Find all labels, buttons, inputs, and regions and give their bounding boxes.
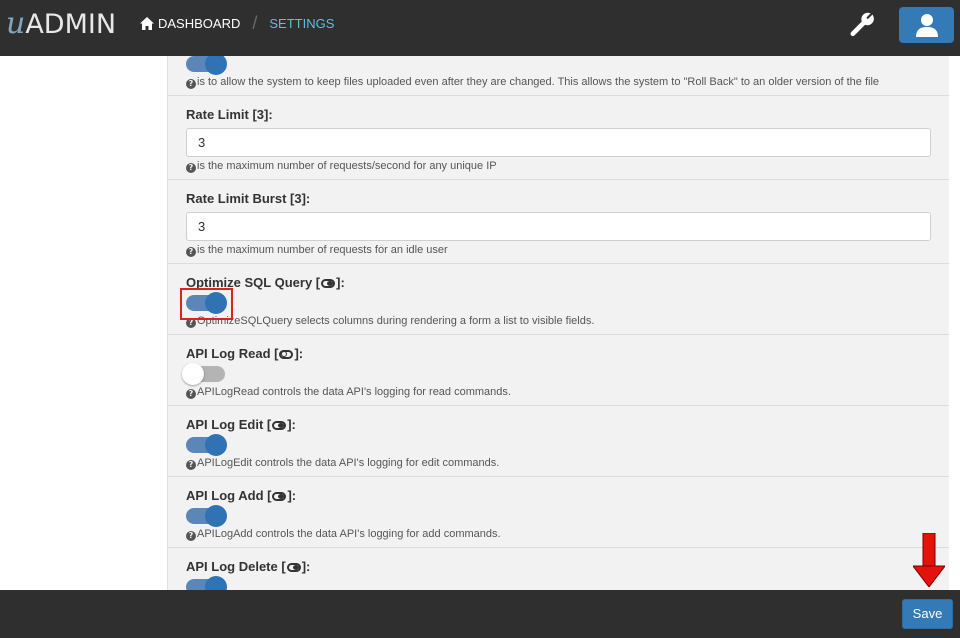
setting-row-api-log-edit: API Log Edit []: ? APILogEdit controls th…	[168, 406, 949, 477]
home-icon	[140, 16, 154, 30]
api-log-delete-toggle[interactable]	[186, 576, 227, 590]
setting-label: API Log Delete []:	[186, 559, 310, 574]
breadcrumb-dashboard[interactable]: DASHBOARD	[140, 16, 240, 31]
setting-help: ? APILogAdd controls the data API's loggi…	[186, 528, 501, 541]
logo-u: u	[6, 6, 26, 41]
toggle-knob	[205, 56, 227, 75]
red-arrow-annotation	[913, 533, 945, 587]
setting-row-optimize-sql: Optimize SQL Query []: ? OptimizeSQLQuery…	[168, 264, 949, 335]
setting-help: ? OptimizeSQLQuery selects columns during…	[186, 315, 594, 328]
setting-label-text: API Log Edit [	[186, 417, 272, 432]
setting-label-suffix: ]:	[287, 488, 297, 503]
setting-label: Rate Limit Burst [3]:	[186, 191, 311, 206]
breadcrumb-settings[interactable]: SETTINGS	[269, 16, 334, 31]
toggle-knob	[205, 576, 227, 590]
toggle-knob	[205, 505, 227, 527]
top-navbar: u ADMIN DASHBOARD / SETTINGS	[0, 0, 960, 56]
setting-help-text: APILogAdd controls the data API's loggin…	[197, 528, 501, 540]
api-log-add-toggle[interactable]	[186, 505, 227, 527]
toggle-on-icon	[272, 421, 287, 430]
toggle-on-icon	[272, 492, 287, 501]
question-icon: ?	[186, 389, 196, 399]
toggle-on-icon	[286, 563, 301, 572]
highlight-box	[180, 288, 233, 320]
setting-help: ? is to allow the system to keep files up…	[186, 76, 879, 89]
setting-label-text: API Log Add [	[186, 488, 272, 503]
setting-label-text: API Log Delete [	[186, 559, 286, 574]
question-icon: ?	[186, 247, 196, 257]
setting-label: API Log Edit []:	[186, 417, 296, 432]
breadcrumb: DASHBOARD / SETTINGS	[140, 0, 334, 46]
user-icon	[915, 14, 938, 37]
question-icon: ?	[186, 460, 196, 470]
rate-limit-burst-input[interactable]: 3	[186, 212, 931, 241]
settings-panel: ? is to allow the system to keep files up…	[167, 56, 949, 590]
setting-label-suffix: ]:	[336, 275, 345, 290]
wrench-icon[interactable]	[848, 10, 876, 38]
setting-label-suffix: ]:	[287, 417, 296, 432]
setting-row-rate-limit-burst: Rate Limit Burst [3]: 3 ? is the maximum …	[168, 180, 949, 264]
setting-label-text: API Log Read [	[186, 346, 279, 361]
footer-bar	[0, 590, 960, 638]
breadcrumb-separator: /	[252, 12, 258, 33]
api-log-edit-toggle[interactable]	[186, 434, 227, 456]
keep-files-toggle[interactable]	[186, 56, 227, 75]
user-menu-button[interactable]	[899, 7, 954, 43]
setting-help-text: APILogEdit controls the data API's loggi…	[197, 457, 500, 469]
setting-help: ? APILogRead controls the data API's logg…	[186, 386, 511, 399]
logo-admin: ADMIN	[25, 9, 117, 40]
setting-help: ? is the maximum number of requests for a…	[186, 244, 448, 257]
toggle-knob	[205, 434, 227, 456]
setting-row-api-log-add: API Log Add []: ? APILogAdd controls the …	[168, 477, 949, 548]
setting-help-text: APILogRead controls the data API's loggi…	[197, 386, 511, 398]
save-button[interactable]: Save	[902, 599, 953, 629]
toggle-off-icon	[279, 350, 294, 359]
api-log-read-toggle[interactable]	[182, 363, 225, 385]
toggle-on-icon	[321, 279, 336, 288]
setting-help-text: is the maximum number of requests/second…	[197, 160, 497, 172]
setting-help: ? is the maximum number of requests/secon…	[186, 160, 497, 173]
setting-label: API Log Read []:	[186, 346, 303, 361]
uadmin-logo[interactable]: u ADMIN	[6, 6, 116, 41]
setting-label: API Log Add []:	[186, 488, 296, 503]
setting-row-keep-files: ? is to allow the system to keep files up…	[168, 56, 949, 96]
rate-limit-input[interactable]: 3	[186, 128, 931, 157]
setting-help-text: is the maximum number of requests for an…	[197, 244, 448, 256]
setting-help-text: OptimizeSQLQuery selects columns during …	[197, 315, 595, 327]
toggle-knob	[182, 363, 204, 385]
question-icon: ?	[186, 79, 196, 89]
setting-row-rate-limit: Rate Limit [3]: 3 ? is the maximum number…	[168, 96, 949, 180]
setting-help: ? APILogEdit controls the data API's logg…	[186, 457, 499, 470]
question-icon: ?	[186, 531, 196, 541]
setting-label: Rate Limit [3]:	[186, 107, 273, 122]
setting-label-suffix: ]:	[301, 559, 311, 574]
setting-row-api-log-read: API Log Read []: ? APILogRead controls th…	[168, 335, 949, 406]
setting-help-text: is to allow the system to keep files upl…	[197, 76, 880, 88]
breadcrumb-dashboard-label: DASHBOARD	[158, 15, 241, 31]
setting-label-suffix: ]:	[294, 346, 304, 361]
question-icon: ?	[186, 163, 196, 173]
setting-row-api-log-delete: API Log Delete []:	[168, 548, 949, 590]
